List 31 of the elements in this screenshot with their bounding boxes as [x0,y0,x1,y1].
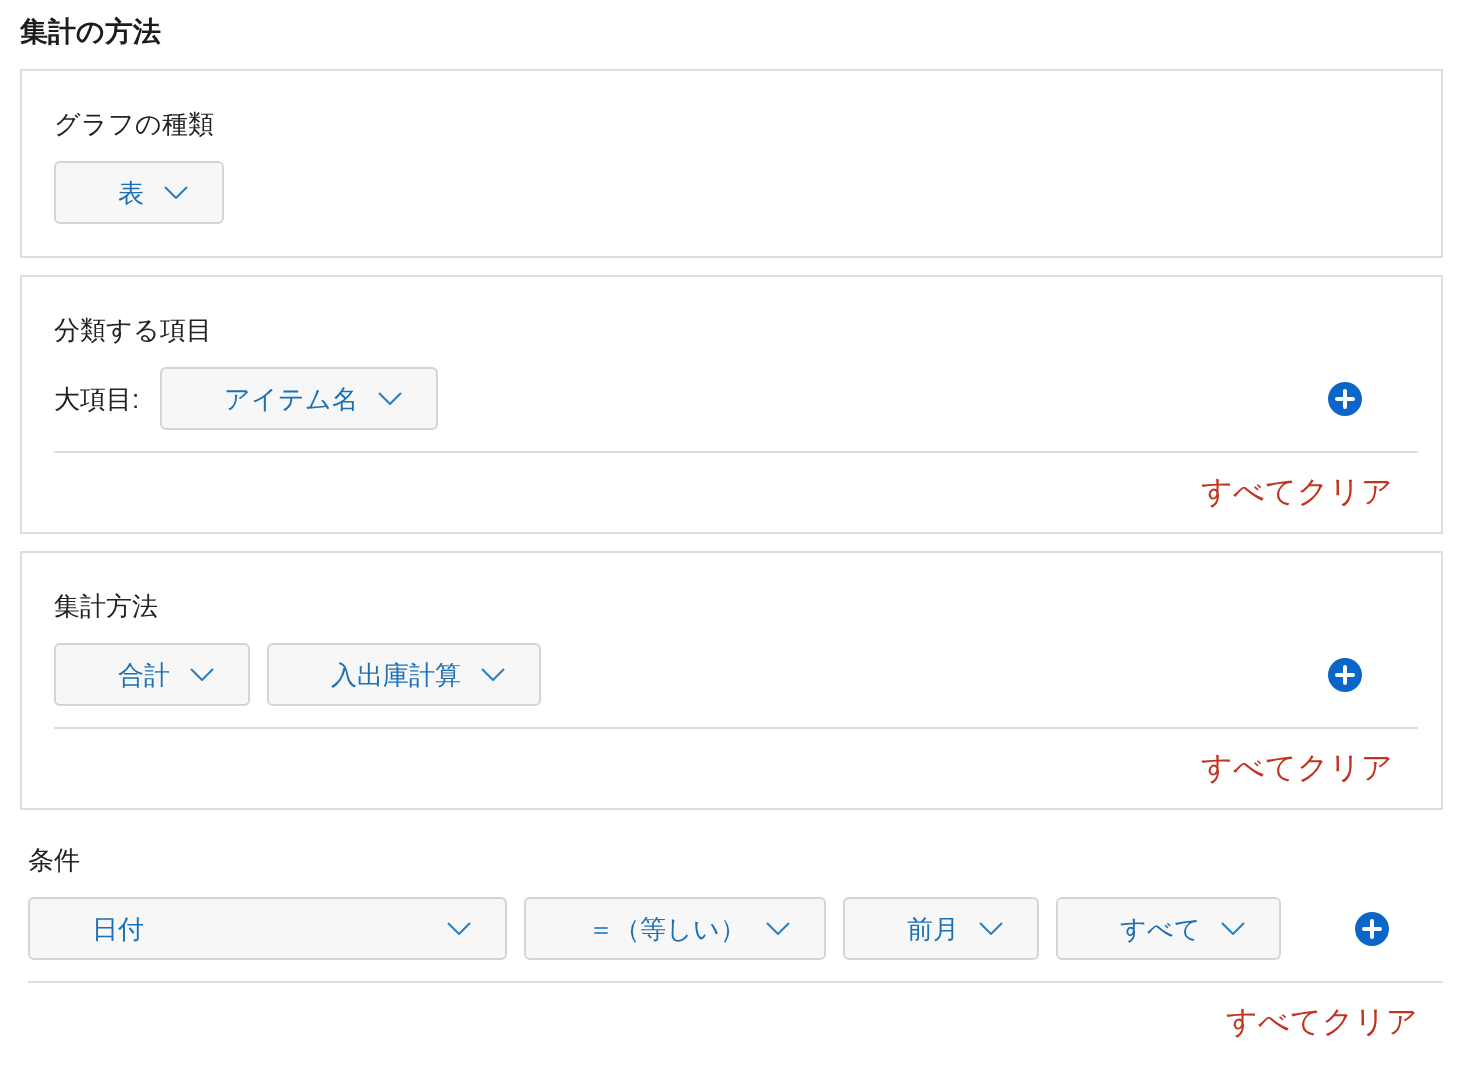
chevron-down-icon [1221,922,1245,935]
chevron-down-icon [378,392,403,405]
dropdown[interactable]: すべて [1056,897,1281,960]
chevron-down-icon [190,668,214,681]
section-title: 集計の方法 [20,15,162,49]
field-label: 大項目: [54,382,140,416]
section-label: グラフの種類 [54,108,215,141]
chevron-down-icon [766,922,790,935]
chevron-down-icon [979,922,1003,935]
section-label: 集計方法 [54,590,159,623]
add-button[interactable] [1355,911,1389,946]
dropdown[interactable]: アイテム名 [160,367,439,430]
chevron-down-icon [164,186,188,199]
plus-circle-icon [1328,657,1362,692]
section-label: 条件 [28,844,81,877]
clear-all-link[interactable]: すべてクリア [1201,472,1393,512]
dropdown[interactable]: 表 [54,161,224,224]
chevron-down-icon [447,922,471,935]
clear-all-link[interactable]: すべてクリア [1226,1002,1418,1042]
plus-circle-icon [1355,911,1389,946]
plus-circle-icon [1328,381,1362,416]
add-button[interactable] [1328,381,1362,416]
add-button[interactable] [1328,657,1362,692]
section-label: 分類する項目 [54,314,213,347]
chevron-down-icon [481,668,505,681]
dropdown[interactable]: 日付 [28,897,507,960]
dropdown[interactable]: ＝（等しい） [524,897,826,960]
dropdown[interactable]: 合計 [54,643,250,706]
dropdown[interactable]: 入出庫計算 [267,643,541,706]
dropdown[interactable]: 前月 [843,897,1039,960]
clear-all-link[interactable]: すべてクリア [1201,748,1393,788]
